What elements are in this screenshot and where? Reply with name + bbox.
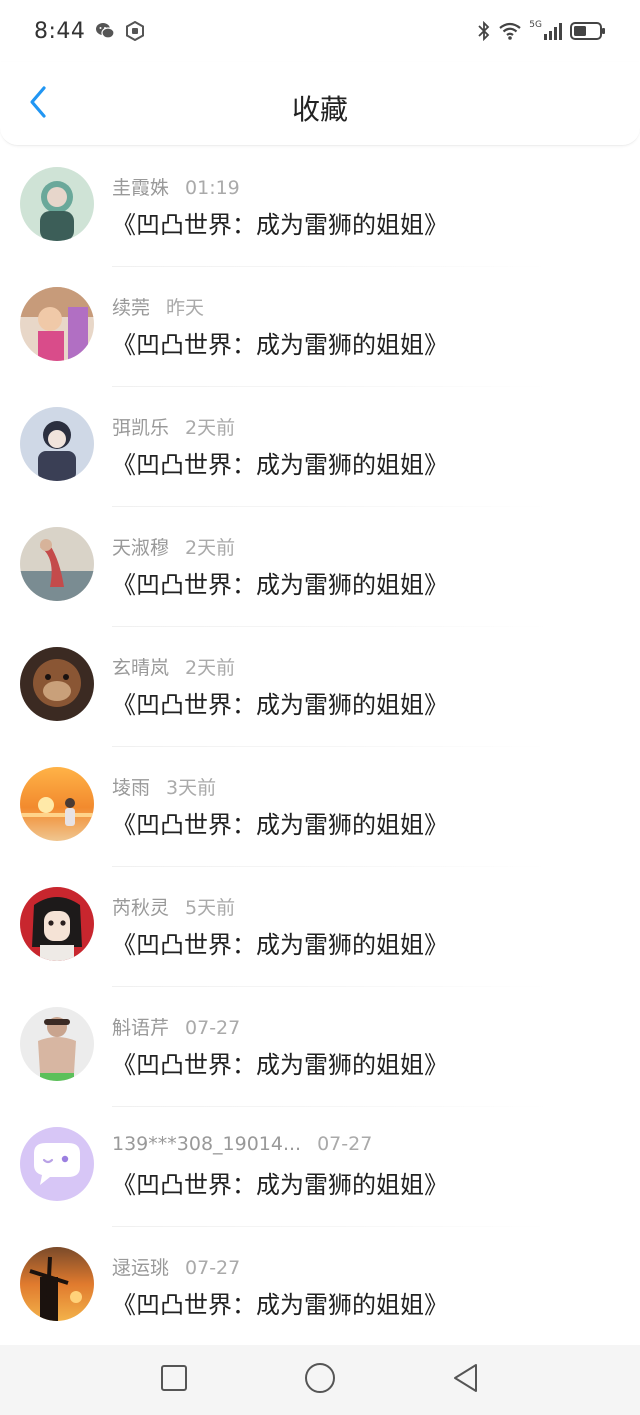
item-time: 2天前: [185, 537, 236, 559]
list-item[interactable]: 逯运珧 07-27 《凹凸世界：成为雷狮的姐姐》: [0, 1227, 640, 1347]
item-time: 5天前: [185, 897, 236, 919]
avatar[interactable]: [20, 1007, 94, 1081]
item-meta: 斛语芹 07-27: [112, 1013, 240, 1040]
avatar[interactable]: [20, 647, 94, 721]
avatar[interactable]: [20, 167, 94, 241]
item-title: 《凹凸世界：成为雷狮的姐姐》: [112, 211, 448, 239]
item-meta: 续莞 昨天: [112, 293, 204, 320]
wechat-icon: [95, 22, 116, 40]
user-name: 斛语芹: [112, 1017, 170, 1039]
user-name: 堎雨: [112, 777, 151, 799]
item-meta: 堎雨 3天前: [112, 773, 216, 800]
avatar[interactable]: [20, 767, 94, 841]
user-name: 玄晴岚: [112, 657, 170, 679]
item-meta: 圭霞姝 01:19: [112, 173, 240, 200]
list-item[interactable]: 堎雨 3天前 《凹凸世界：成为雷狮的姐姐》: [0, 747, 640, 867]
home-button[interactable]: [302, 1362, 338, 1398]
item-meta: 天淑穆 2天前: [112, 533, 235, 560]
user-name: 逯运珧: [112, 1257, 170, 1279]
item-title: 《凹凸世界：成为雷狮的姐姐》: [112, 571, 448, 599]
list-item[interactable]: 斛语芹 07-27 《凹凸世界：成为雷狮的姐姐》: [0, 987, 640, 1107]
recent-apps-icon: [160, 1364, 188, 1396]
item-title: 《凹凸世界：成为雷狮的姐姐》: [112, 1291, 448, 1319]
item-title: 《凹凸世界：成为雷狮的姐姐》: [112, 1171, 448, 1199]
item-meta: 逯运珧 07-27: [112, 1253, 240, 1280]
list-item[interactable]: 天淑穆 2天前 《凹凸世界：成为雷狮的姐姐》: [0, 507, 640, 627]
avatar[interactable]: [20, 407, 94, 481]
item-title: 《凹凸世界：成为雷狮的姐姐》: [112, 451, 448, 479]
item-title: 《凹凸世界：成为雷狮的姐姐》: [112, 331, 448, 359]
list-item[interactable]: 芮秋灵 5天前 《凹凸世界：成为雷狮的姐姐》: [0, 867, 640, 987]
favorites-list: 圭霞姝 01:19 《凹凸世界：成为雷狮的姐姐》 续莞 昨天 《凹凸世界：成为雷狮的…: [0, 147, 640, 1347]
item-title: 《凹凸世界：成为雷狮的姐姐》: [112, 691, 448, 719]
item-time: 07-27: [185, 1257, 241, 1279]
status-time: 8:44: [34, 18, 86, 44]
home-icon: [304, 1362, 336, 1398]
item-time: 01:19: [185, 177, 240, 199]
list-item[interactable]: 弭凯乐 2天前 《凹凸世界：成为雷狮的姐姐》: [0, 387, 640, 507]
user-name: 续莞: [112, 297, 151, 319]
item-time: 07-27: [317, 1133, 373, 1155]
list-item[interactable]: 玄晴岚 2天前 《凹凸世界：成为雷狮的姐姐》: [0, 627, 640, 747]
item-title: 《凹凸世界：成为雷狮的姐姐》: [112, 931, 448, 959]
avatar[interactable]: [20, 1247, 94, 1321]
item-meta: 玄晴岚 2天前: [112, 653, 235, 680]
item-title: 《凹凸世界：成为雷狮的姐姐》: [112, 1051, 448, 1079]
wifi-icon: [498, 21, 522, 41]
user-name: 弭凯乐: [112, 417, 170, 439]
battery-icon: [570, 21, 606, 41]
avatar[interactable]: [20, 287, 94, 361]
item-time: 07-27: [185, 1017, 241, 1039]
back-triangle-icon: [452, 1363, 480, 1397]
list-item[interactable]: 圭霞姝 01:19 《凹凸世界：成为雷狮的姐姐》: [0, 147, 640, 267]
item-meta: 139***308_19014... 07-27: [112, 1133, 372, 1155]
list-item[interactable]: 139***308_19014... 07-27 《凹凸世界：成为雷狮的姐姐》: [0, 1107, 640, 1227]
user-name: 天淑穆: [112, 537, 170, 559]
network-type-label: 5G: [529, 20, 542, 30]
status-right: 5G: [477, 21, 606, 41]
item-time: 昨天: [166, 297, 205, 319]
list-item[interactable]: 续莞 昨天 《凹凸世界：成为雷狮的姐姐》: [0, 267, 640, 387]
page-title: 收藏: [291, 93, 348, 126]
system-nav-bar: [0, 1345, 640, 1415]
avatar[interactable]: [20, 1127, 94, 1201]
user-name: 139***308_19014...: [112, 1133, 302, 1155]
bluetooth-icon: [477, 21, 491, 41]
user-name: 芮秋灵: [112, 897, 170, 919]
header: 收藏: [0, 62, 640, 146]
avatar[interactable]: [20, 527, 94, 601]
status-bar: 8:44 5G: [0, 0, 640, 62]
app-icon: [125, 21, 145, 41]
status-left: 8:44: [34, 19, 145, 44]
item-meta: 芮秋灵 5天前: [112, 893, 235, 920]
item-time: 2天前: [185, 417, 236, 439]
signal-icon: 5G: [529, 21, 563, 41]
avatar[interactable]: [20, 887, 94, 961]
recent-apps-button[interactable]: [156, 1362, 192, 1398]
back-nav-button[interactable]: [448, 1362, 484, 1398]
item-time: 2天前: [185, 657, 236, 679]
item-title: 《凹凸世界：成为雷狮的姐姐》: [112, 811, 448, 839]
item-meta: 弭凯乐 2天前: [112, 413, 235, 440]
item-time: 3天前: [166, 777, 217, 799]
user-name: 圭霞姝: [112, 177, 170, 199]
